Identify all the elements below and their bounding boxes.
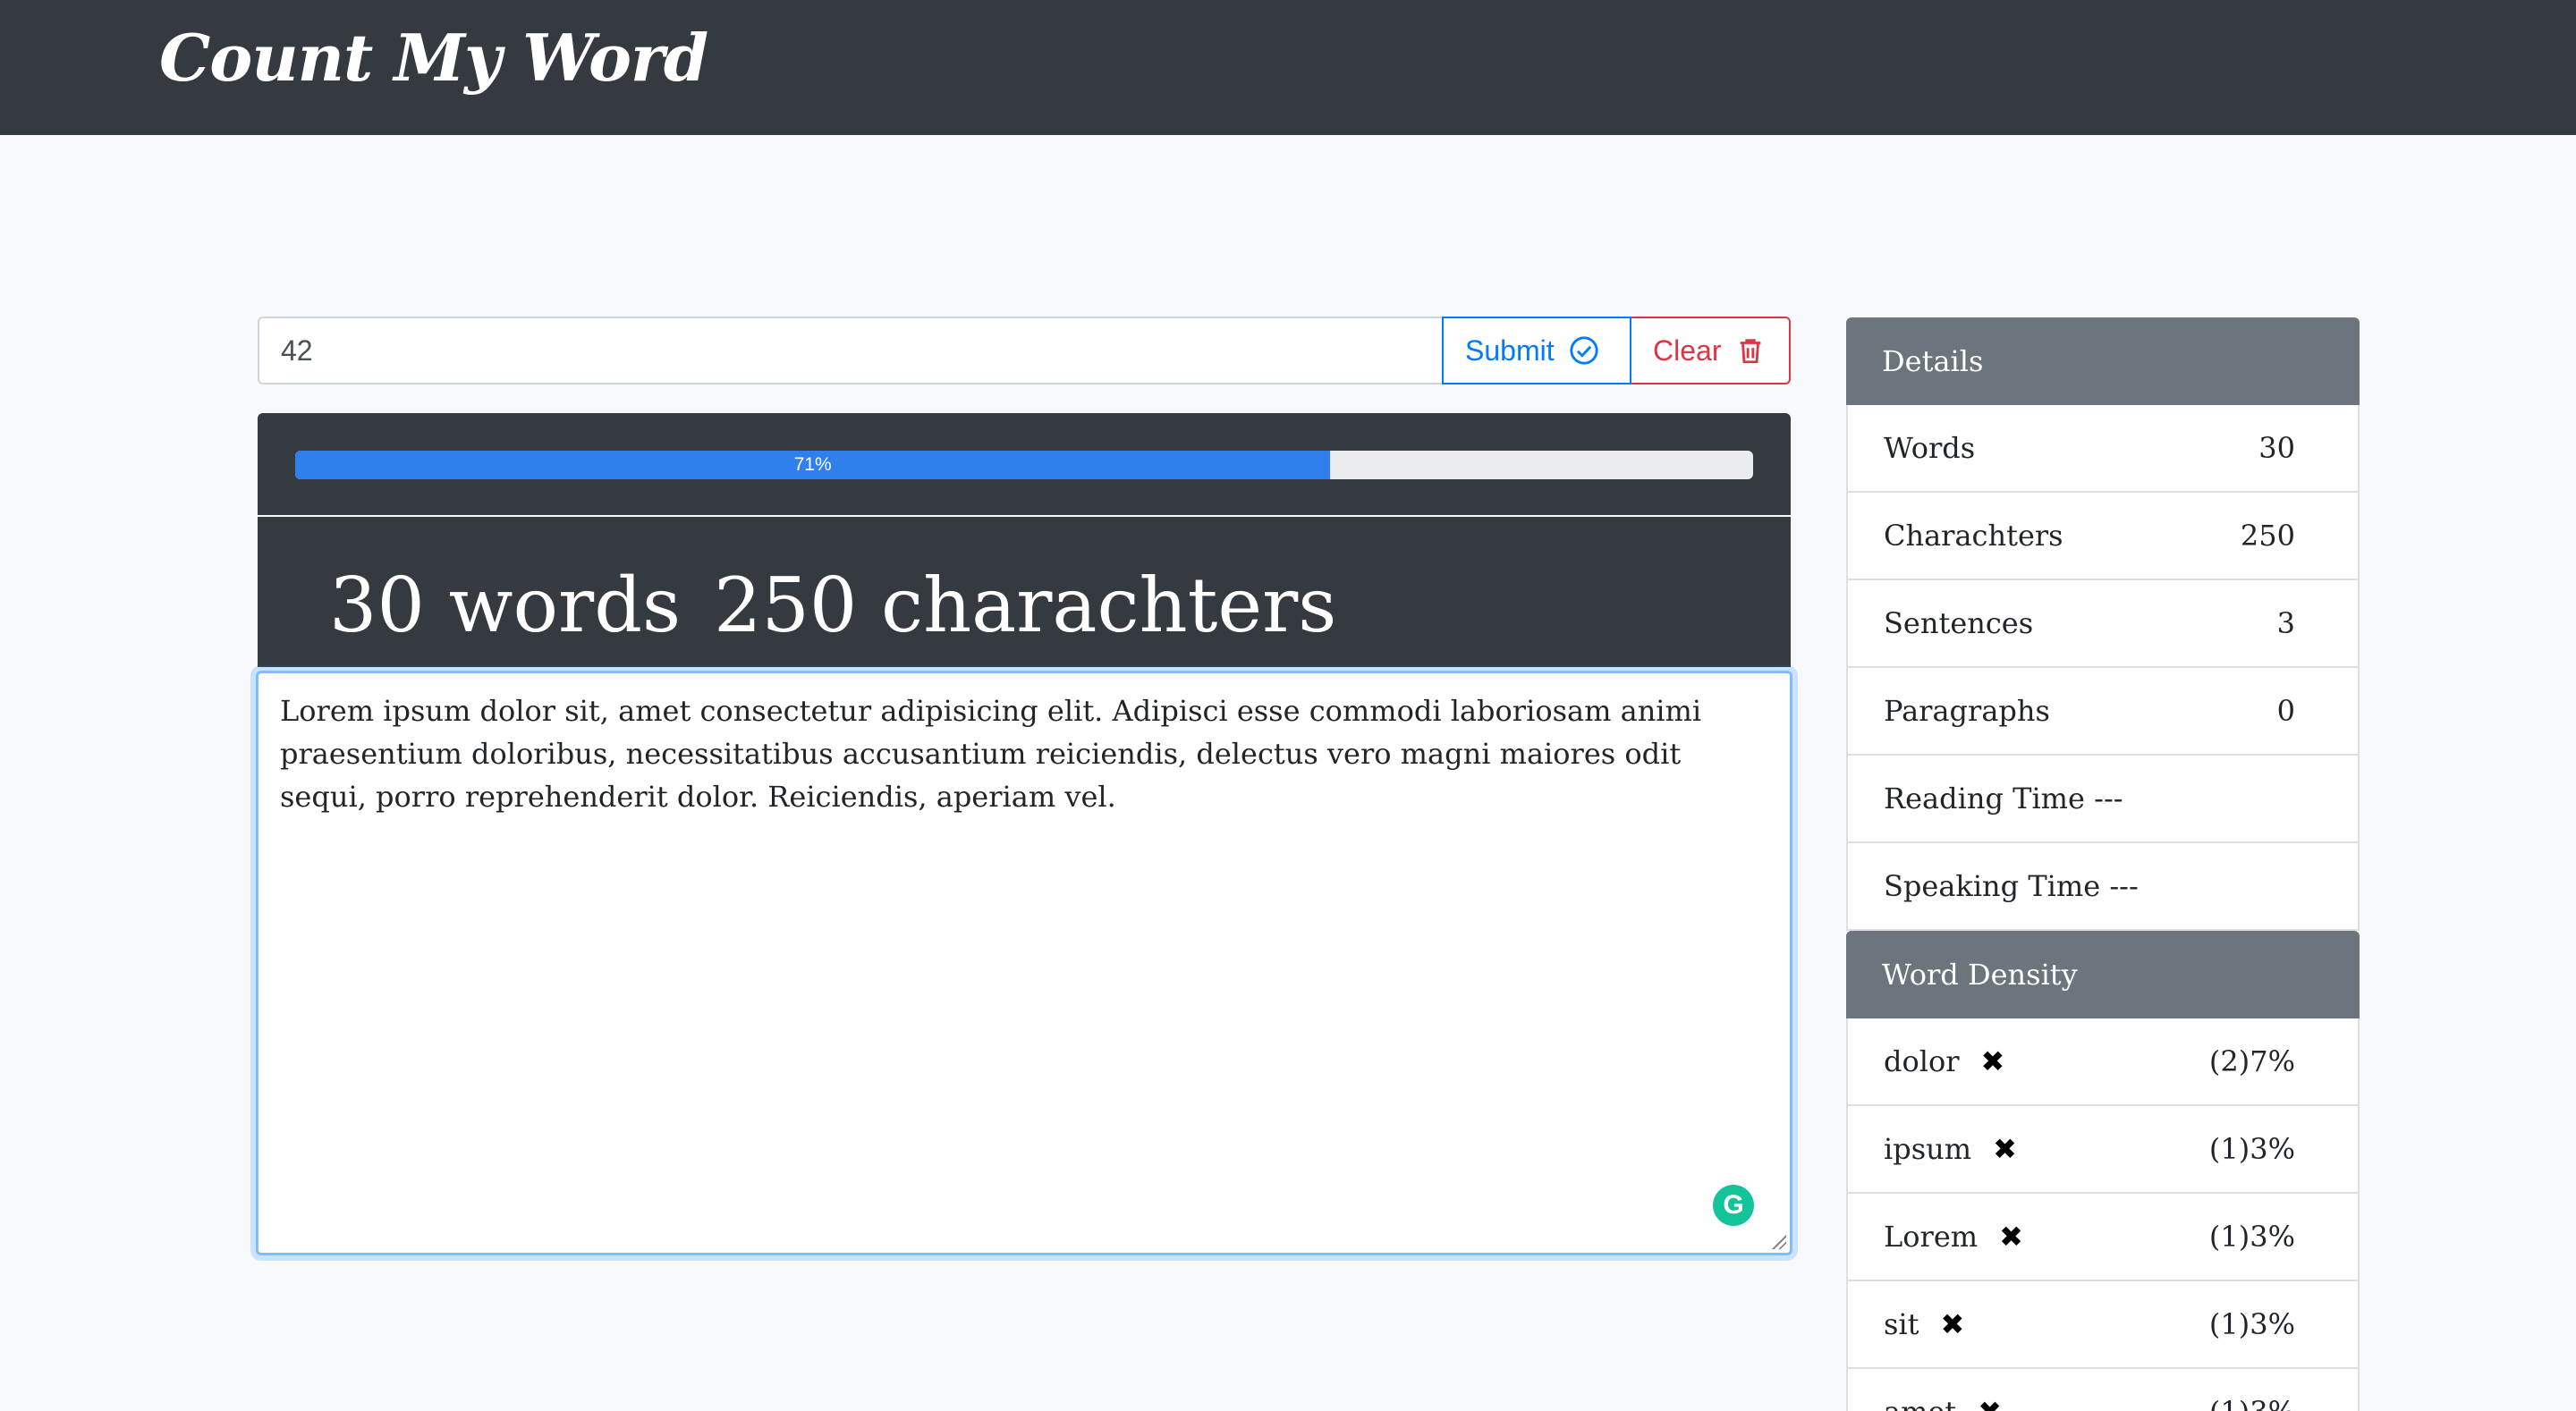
word-density-word: Lorem	[1884, 1220, 1979, 1254]
details-item: Charachters 250	[1846, 493, 2360, 580]
grammarly-icon[interactable]: G	[1713, 1185, 1754, 1226]
word-density-item: ipsum ✖ (1)3%	[1846, 1106, 2360, 1194]
word-density-label: sit ✖	[1884, 1307, 1964, 1341]
details-item: Reading Time ---	[1846, 756, 2360, 843]
submit-label: Submit	[1465, 334, 1555, 367]
word-density-header: Word Density	[1846, 931, 2360, 1018]
word-density-item: amet ✖ (1)3%	[1846, 1369, 2360, 1411]
remove-word-icon[interactable]: ✖	[1981, 1044, 2005, 1078]
editor-text: Lorem ipsum dolor sit, amet consectetur …	[280, 694, 1702, 814]
word-density-value: (1)3%	[2209, 1395, 2295, 1411]
word-density-value: (1)3%	[2208, 1307, 2295, 1341]
details-item-label: Charachters	[1884, 519, 2063, 553]
word-density-word: sit	[1884, 1307, 1919, 1341]
word-density-word: amet	[1884, 1395, 1956, 1411]
word-density-word: ipsum	[1884, 1132, 1972, 1166]
details-item: Paragraphs 0	[1846, 668, 2360, 756]
details-item-label: Sentences	[1884, 606, 2034, 640]
text-editor[interactable]: Lorem ipsum dolor sit, amet consectetur …	[256, 671, 1792, 1255]
submit-button[interactable]: Submit	[1442, 317, 1631, 384]
details-item: Words 30	[1846, 405, 2360, 493]
clear-button[interactable]: Clear	[1631, 317, 1791, 384]
details-item: Sentences 3	[1846, 580, 2360, 668]
word-goal-input[interactable]	[258, 317, 1442, 384]
remove-word-icon[interactable]: ✖	[1999, 1220, 2023, 1254]
progress-fill: 71%	[295, 451, 1331, 479]
word-density-value: (2)7%	[2208, 1044, 2295, 1078]
word-density-list: dolor ✖ (2)7% ipsum ✖ (1)3% Lorem ✖ (1)3% sit ✖ (1)…	[1846, 1018, 2360, 1411]
word-density-label: ipsum ✖	[1884, 1132, 2017, 1166]
word-density-item: sit ✖ (1)3%	[1846, 1281, 2360, 1369]
remove-word-icon[interactable]: ✖	[1978, 1395, 2002, 1411]
details-item-value: 0	[2276, 694, 2295, 728]
character-count-display: 250 charachters	[714, 562, 1337, 649]
counts-panel: 30 words 250 charachters	[258, 517, 1791, 667]
word-density-label: Lorem ✖	[1884, 1220, 2023, 1254]
word-density-item: dolor ✖ (2)7%	[1846, 1018, 2360, 1106]
details-item-value: 250	[2240, 519, 2295, 553]
progress-bar: 71%	[295, 451, 1753, 479]
word-density-label: dolor ✖	[1884, 1044, 2004, 1078]
word-density-value: (1)3%	[2208, 1132, 2295, 1166]
goal-input-group: Submit Clear	[258, 317, 1791, 384]
details-item: Speaking Time ---	[1846, 843, 2360, 931]
details-list: Words 30 Charachters 250 Sentences 3 Paragraph…	[1846, 405, 2360, 931]
remove-word-icon[interactable]: ✖	[1941, 1307, 1965, 1341]
trash-icon	[1741, 339, 1761, 364]
word-density-label: amet ✖	[1884, 1395, 2002, 1411]
remove-word-icon[interactable]: ✖	[1993, 1132, 2017, 1166]
word-count-display: 30 words	[329, 562, 682, 649]
check-circle-icon	[1570, 336, 1598, 365]
details-header: Details	[1846, 317, 2360, 405]
brand-logo[interactable]: Count My Word	[159, 20, 708, 96]
details-item-value: 3	[2276, 606, 2295, 640]
details-item-label: Words	[1884, 431, 1976, 465]
details-item-value: 30	[2258, 431, 2295, 465]
details-item-label: Paragraphs	[1884, 694, 2050, 728]
details-item-label: Reading Time ---	[1884, 782, 2123, 815]
progress-panel: 71%	[258, 413, 1791, 515]
word-density-word: dolor	[1884, 1044, 1960, 1078]
word-density-value: (1)3%	[2208, 1220, 2295, 1254]
details-item-label: Speaking Time ---	[1884, 869, 2139, 903]
word-density-item: Lorem ✖ (1)3%	[1846, 1194, 2360, 1281]
resize-handle[interactable]	[1772, 1235, 1786, 1249]
navbar: Count My Word	[0, 0, 2576, 135]
clear-label: Clear	[1653, 334, 1722, 367]
sidebar: Details Words 30 Charachters 250 Sentences 3 P…	[1846, 317, 2360, 1411]
